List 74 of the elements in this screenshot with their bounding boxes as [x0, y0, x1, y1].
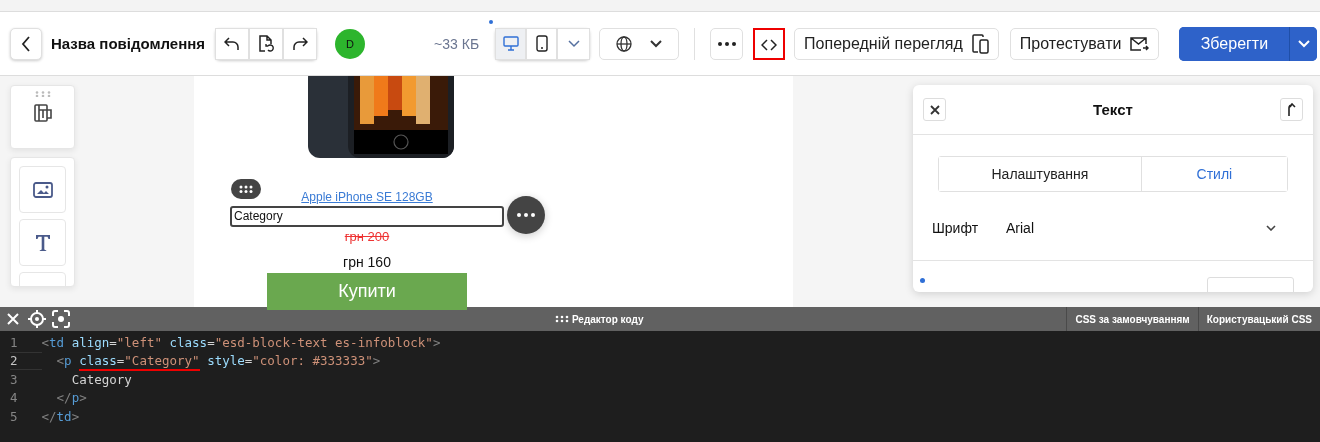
language-button[interactable]: [599, 27, 680, 60]
indicator-dot-icon: [920, 278, 925, 283]
more-icon: [517, 213, 535, 217]
drag-handle-button[interactable]: [231, 179, 261, 199]
drag-handle-icon: [34, 91, 51, 97]
crosshair-icon: [28, 310, 46, 328]
code-line: </td>: [41, 408, 80, 424]
block-menu-button[interactable]: [507, 196, 545, 234]
chevron-down-icon: [1297, 39, 1310, 48]
document-refresh-icon: [258, 34, 275, 53]
code-icon: [761, 38, 778, 51]
close-icon: [7, 313, 19, 325]
message-title: Назва повідомлення: [51, 35, 206, 52]
category-text-block[interactable]: Category: [230, 206, 504, 227]
devices-icon: [970, 33, 989, 54]
line-number: 2: [10, 353, 18, 369]
chevron-left-icon: [21, 35, 31, 52]
test-button[interactable]: Протестувати: [1009, 27, 1160, 60]
chevron-down-icon: [567, 39, 580, 48]
mobile-view-button[interactable]: [526, 27, 558, 60]
close-button[interactable]: [923, 98, 946, 121]
line-number: 4: [10, 390, 18, 406]
drag-handle-icon: [239, 185, 253, 193]
arrow-up-icon: [1286, 102, 1297, 117]
drag-handle-icon: [554, 315, 569, 323]
line-number: 3: [10, 371, 18, 387]
more-icon: [717, 41, 736, 46]
desktop-view-button[interactable]: [495, 27, 527, 60]
line-number: 5: [10, 408, 18, 424]
code-line: <p class="Category" style="color: #333333">: [41, 353, 381, 369]
code-line: <td align="left" class="esd-block-text es-infoblock">: [41, 334, 441, 350]
text-block-tool[interactable]: [19, 219, 66, 266]
css-tab[interactable]: Користувацький CSS: [1197, 307, 1320, 331]
close-icon: [929, 104, 940, 115]
message-size: ~33 КБ: [434, 35, 480, 52]
image-block-tool[interactable]: [19, 166, 66, 213]
undo-button[interactable]: [215, 27, 250, 60]
phone-icon: [535, 35, 548, 52]
text-icon: [34, 233, 51, 252]
editor-title: Редактор коду: [571, 313, 644, 325]
code-editor-button[interactable]: [753, 27, 786, 60]
chevron-down-icon: [650, 39, 663, 48]
code-line: </p>: [55, 390, 87, 406]
user-avatar[interactable]: D: [335, 28, 366, 59]
globe-icon: [616, 35, 633, 52]
select-parent-button[interactable]: [1280, 98, 1303, 121]
locate-button[interactable]: [26, 307, 48, 331]
indicator-dot-icon: [489, 20, 494, 24]
envelope-send-icon: [1129, 35, 1150, 52]
font-label: Шрифт: [932, 220, 980, 236]
image-icon: [32, 181, 53, 198]
code-line: Category: [70, 371, 132, 387]
price: грн 160: [343, 254, 391, 270]
restore-button[interactable]: [249, 27, 284, 60]
back-button[interactable]: [10, 27, 42, 60]
structure-tool[interactable]: [10, 85, 75, 149]
css-tab[interactable]: CSS за замовчуванням: [1066, 307, 1198, 331]
product-title-link[interactable]: Apple iPhone SE 128GB: [301, 190, 433, 204]
focus-button[interactable]: [50, 307, 72, 331]
preview-button[interactable]: Попередній перегляд: [794, 27, 999, 60]
undo-icon: [224, 36, 241, 51]
panel-title: Текст: [1093, 101, 1133, 118]
monitor-icon: [502, 36, 519, 51]
font-select[interactable]: Arial: [994, 212, 1288, 244]
redo-icon: [292, 36, 309, 51]
panel-tab[interactable]: Стилі: [1140, 157, 1287, 191]
save-options-button[interactable]: [1289, 26, 1318, 61]
line-number: 1: [10, 334, 18, 350]
old-price: грн 200: [344, 229, 390, 244]
focus-icon: [52, 310, 70, 328]
chevron-down-icon: [1266, 225, 1276, 231]
layout-icon: [33, 104, 52, 122]
redo-button[interactable]: [283, 27, 318, 60]
more-button[interactable]: [710, 27, 744, 60]
